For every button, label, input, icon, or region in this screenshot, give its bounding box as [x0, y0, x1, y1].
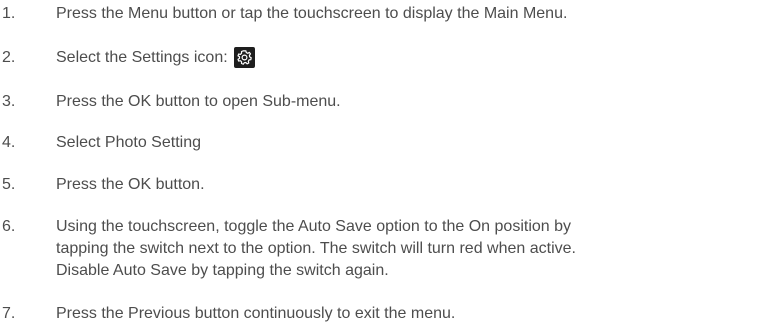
step-number: 7.	[2, 305, 16, 322]
step-line: Select Photo Setting	[56, 134, 201, 151]
step-line: Select the Settings icon:	[56, 49, 228, 66]
step-line: Press the OK button to open Sub-menu.	[56, 93, 341, 110]
step-line: Disable Auto Save by tapping the switch …	[56, 262, 389, 279]
step-text: Select the Settings icon:	[56, 46, 756, 69]
step-text: Select Photo Setting	[56, 132, 756, 154]
step-text: Press the OK button to open Sub-menu.	[56, 91, 756, 113]
step-number: 1.	[2, 5, 16, 22]
step-number: 3.	[2, 93, 16, 110]
step-number: 2.	[2, 49, 16, 66]
step-line: Press the Previous button continuously t…	[56, 305, 456, 322]
step-line: tapping the switch next to the option. T…	[56, 240, 576, 257]
step-number: 4.	[2, 134, 16, 151]
step-number: 5.	[2, 176, 16, 193]
step-text: Press the OK button.	[56, 174, 756, 196]
step-text: Press the Previous button continuously t…	[56, 303, 756, 325]
step-text: Using the touchscreen, toggle the Auto S…	[56, 216, 756, 282]
step-line: Press the Menu button or tap the touchsc…	[56, 5, 568, 22]
settings-gear-icon	[233, 46, 255, 68]
step-text: Press the Menu button or tap the touchsc…	[56, 3, 756, 25]
step-line: Press the OK button.	[56, 176, 205, 193]
step-line: Using the touchscreen, toggle the Auto S…	[56, 218, 572, 235]
step-number: 6.	[2, 218, 16, 235]
